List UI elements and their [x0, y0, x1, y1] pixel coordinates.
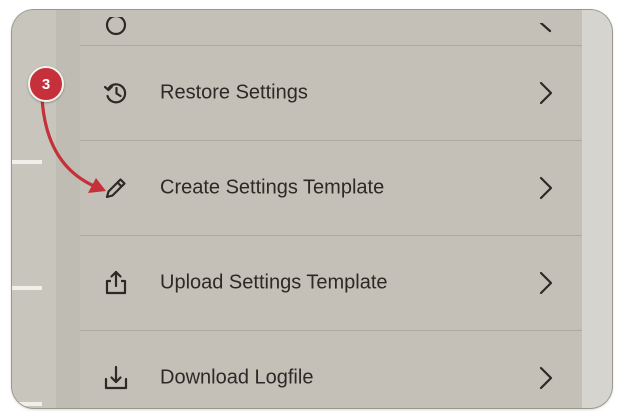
- download-icon: [104, 365, 128, 390]
- sidebar-edge: [56, 10, 80, 408]
- chevron-right-icon: [539, 176, 553, 200]
- pencil-icon: [105, 178, 126, 199]
- chevron-right-icon: [539, 366, 553, 390]
- menu-item-label: Restore Settings: [160, 81, 308, 104]
- partial-item-icon: [105, 17, 127, 36]
- chevron-right-icon: [539, 271, 553, 295]
- right-side-panel: [582, 10, 612, 408]
- sidebar-tick: [12, 160, 42, 164]
- sidebar-tick: [12, 286, 42, 290]
- menu-item-partial[interactable]: [80, 10, 582, 43]
- chevron-right-icon: [539, 81, 553, 105]
- upload-icon: [105, 270, 127, 295]
- menu-item-label: Download Logfile: [160, 366, 314, 389]
- menu-item-restore-settings[interactable]: Restore Settings: [80, 45, 582, 140]
- restore-history-icon: [103, 83, 127, 104]
- menu-item-label: Create Settings Template: [160, 176, 385, 199]
- settings-menu: Restore Settings Create Settings Templat…: [80, 10, 582, 408]
- sidebar-tick: [12, 402, 42, 406]
- menu-item-upload-settings-template[interactable]: Upload Settings Template: [80, 235, 582, 330]
- screenshot-frame: Restore Settings Create Settings Templat…: [12, 10, 612, 408]
- menu-item-create-settings-template[interactable]: Create Settings Template: [80, 140, 582, 235]
- menu-item-label: Upload Settings Template: [160, 271, 388, 294]
- menu-item-download-logfile[interactable]: Download Logfile: [80, 330, 582, 408]
- step-number-badge: 3: [28, 66, 64, 102]
